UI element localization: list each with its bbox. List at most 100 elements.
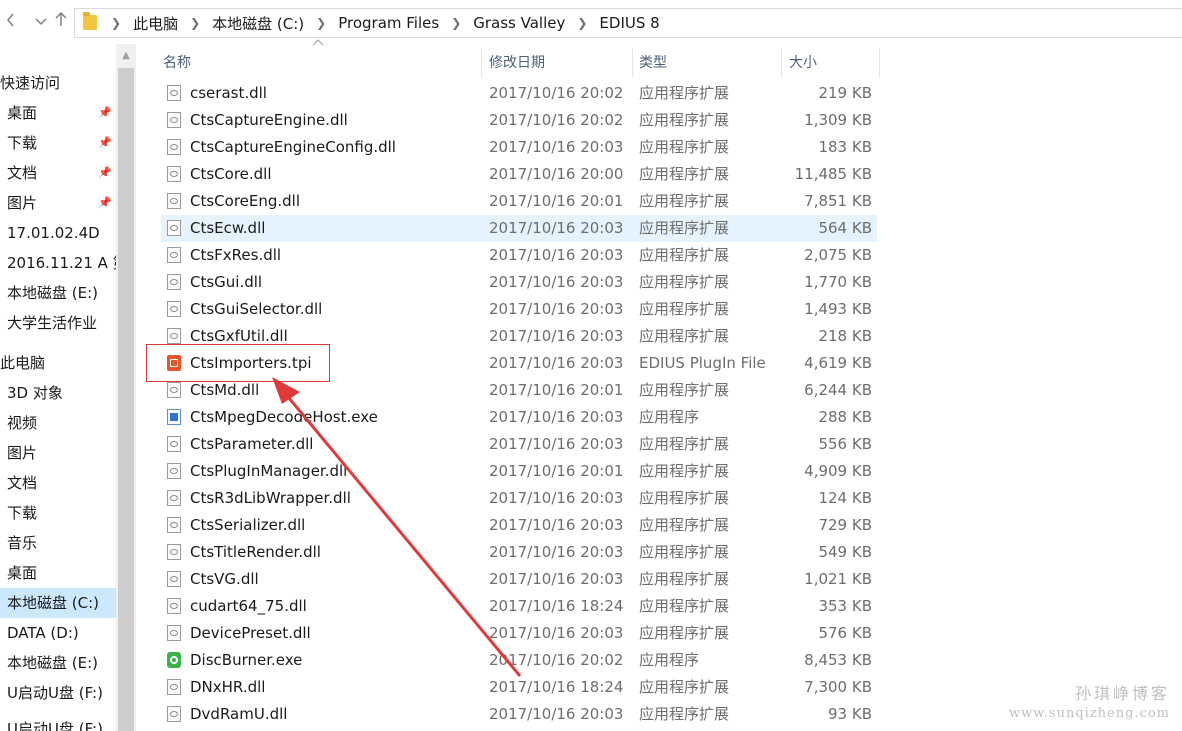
chevron-right-icon[interactable]: ❯	[190, 16, 200, 30]
sidebar-item[interactable]: 图片 📌	[0, 188, 116, 218]
scroll-up-icon[interactable]: ▲	[116, 48, 136, 64]
breadcrumb-item-this-pc[interactable]: 此电脑	[133, 13, 178, 34]
sidebar-item[interactable]: DATA (D:)	[0, 618, 116, 648]
file-row[interactable]: CtsPlugInManager.dll 2017/10/16 20:01 应用程序…	[161, 458, 877, 485]
file-type: 应用程序扩展	[639, 381, 730, 399]
sidebar-item[interactable]: 17.01.02.4D	[0, 218, 116, 248]
breadcrumb-item-drive-c[interactable]: 本地磁盘 (C:)	[212, 13, 304, 34]
watermark: 孙琪峥博客 www.sunqizheng.com	[1009, 680, 1170, 721]
file-date: 2017/10/16 20:02	[489, 84, 624, 102]
sidebar-item[interactable]: 桌面 📌	[0, 98, 116, 128]
chevron-right-icon[interactable]: ❯	[451, 16, 461, 30]
pin-icon[interactable]: 📌	[98, 98, 112, 128]
file-type: 应用程序扩展	[639, 84, 730, 102]
sidebar-item[interactable]: 快速访问	[0, 68, 116, 98]
file-type: 应用程序扩展	[639, 543, 730, 561]
file-row[interactable]: DNxHR.dll 2017/10/16 18:24 应用程序扩展 7,300 KB	[161, 674, 877, 701]
sort-ascending-icon	[312, 38, 324, 49]
sidebar-item[interactable]: 音乐	[0, 528, 116, 558]
file-row[interactable]: CtsGuiSelector.dll 2017/10/16 20:03 应用程序扩展…	[161, 296, 877, 323]
sidebar-item[interactable]: 3D 对象	[0, 378, 116, 408]
file-name: CtsFxRes.dll	[190, 246, 282, 264]
file-name: CtsSerializer.dll	[190, 516, 306, 534]
sidebar-item-label: 下载	[7, 504, 38, 522]
file-row[interactable]: CtsCaptureEngine.dll 2017/10/16 20:02 应用程序…	[161, 107, 877, 134]
breadcrumb-item-edius-8[interactable]: EDIUS 8	[599, 14, 659, 32]
file-date: 2017/10/16 20:03	[489, 354, 624, 372]
navigation-scrollbar[interactable]: ▲	[116, 44, 136, 731]
sidebar-item-label: 本地磁盘 (E:)	[7, 284, 99, 302]
column-divider[interactable]	[879, 48, 880, 78]
file-type: 应用程序扩展	[639, 678, 730, 696]
column-divider[interactable]	[781, 48, 782, 78]
sidebar-item-label: 图片	[7, 444, 38, 462]
sidebar-item[interactable]: 桌面	[0, 558, 116, 588]
sidebar-item-label: 桌面	[7, 104, 38, 122]
pin-icon[interactable]: 📌	[98, 158, 112, 188]
column-header-name[interactable]: 名称	[163, 48, 191, 78]
file-row[interactable]: CtsEcw.dll 2017/10/16 20:03 应用程序扩展 564 KB	[161, 215, 877, 242]
address-path[interactable]: ❯ 此电脑 ❯ 本地磁盘 (C:) ❯ Program Files ❯ Gras…	[74, 8, 1182, 38]
chevron-right-icon[interactable]: ❯	[111, 16, 121, 30]
sidebar-item[interactable]: 本地磁盘 (E:)	[0, 648, 116, 678]
chevron-left-icon[interactable]	[0, 10, 22, 34]
file-date: 2017/10/16 20:03	[489, 246, 624, 264]
file-name: CtsCaptureEngine.dll	[190, 111, 348, 129]
file-row[interactable]: DevicePreset.dll 2017/10/16 20:03 应用程序扩展 57…	[161, 620, 877, 647]
file-row[interactable]: CtsSerializer.dll 2017/10/16 20:03 应用程序扩展 7…	[161, 512, 877, 539]
sidebar-item-label: 3D 对象	[7, 384, 63, 402]
column-header-type[interactable]: 类型	[639, 48, 667, 78]
file-row[interactable]: CtsVG.dll 2017/10/16 20:03 应用程序扩展 1,021 KB	[161, 566, 877, 593]
file-row[interactable]: CtsFxRes.dll 2017/10/16 20:03 应用程序扩展 2,075 …	[161, 242, 877, 269]
sidebar-item[interactable]: 视频	[0, 408, 116, 438]
file-row[interactable]: CtsMpegDecodeHost.exe 2017/10/16 20:03 应用程…	[161, 404, 877, 431]
file-row[interactable]: CtsGui.dll 2017/10/16 20:03 应用程序扩展 1,770 KB	[161, 269, 877, 296]
sidebar-item[interactable]: 下载 📌	[0, 128, 116, 158]
breadcrumb-item-grass-valley[interactable]: Grass Valley	[473, 14, 565, 32]
file-name: DevicePreset.dll	[190, 624, 311, 642]
sidebar-item[interactable]: U启动U盘 (F:)	[0, 678, 116, 708]
file-row[interactable]: cserast.dll 2017/10/16 20:02 应用程序扩展 219 KB	[161, 80, 877, 107]
file-row[interactable]: CtsParameter.dll 2017/10/16 20:03 应用程序扩展 55…	[161, 431, 877, 458]
file-row[interactable]: CtsCaptureEngineConfig.dll 2017/10/16 20:…	[161, 134, 877, 161]
pin-icon[interactable]: 📌	[98, 188, 112, 218]
column-header-size[interactable]: 大小	[789, 48, 817, 78]
file-size: 2,075 KB	[804, 246, 872, 264]
sidebar-item[interactable]: 此电脑	[0, 348, 116, 378]
file-type: 应用程序扩展	[639, 570, 730, 588]
dll-file-icon	[167, 571, 181, 587]
file-size: 576 KB	[818, 624, 872, 642]
sidebar-item[interactable]: 文档	[0, 468, 116, 498]
file-row[interactable]: DvdRamU.dll 2017/10/16 20:03 应用程序扩展 93 KB	[161, 701, 877, 728]
breadcrumb-item-program-files[interactable]: Program Files	[338, 14, 439, 32]
sidebar-item[interactable]: 本地磁盘 (E:)	[0, 278, 116, 308]
file-row[interactable]: CtsCoreEng.dll 2017/10/16 20:01 应用程序扩展 7,85…	[161, 188, 877, 215]
dll-file-icon	[167, 706, 181, 722]
chevron-right-icon[interactable]: ❯	[577, 16, 587, 30]
file-name: CtsGui.dll	[190, 273, 263, 291]
sidebar-item[interactable]: 图片	[0, 438, 116, 468]
file-row[interactable]: CtsCore.dll 2017/10/16 20:00 应用程序扩展 11,485 …	[161, 161, 877, 188]
file-type: 应用程序扩展	[639, 192, 730, 210]
file-type: EDIUS PlugIn File	[639, 354, 766, 372]
column-header-date[interactable]: 修改日期	[489, 48, 545, 78]
file-row[interactable]: CtsTitleRender.dll 2017/10/16 20:03 应用程序扩展…	[161, 539, 877, 566]
sidebar-item[interactable]: 2016.11.21 A 第	[0, 248, 116, 278]
scrollbar-thumb[interactable]	[118, 68, 134, 731]
chevron-down-icon[interactable]	[30, 10, 52, 34]
column-divider[interactable]	[481, 48, 482, 78]
sidebar-item[interactable]: 下载	[0, 498, 116, 528]
chevron-right-icon[interactable]: ❯	[316, 16, 326, 30]
file-row[interactable]: CtsR3dLibWrapper.dll 2017/10/16 20:03 应用程序…	[161, 485, 877, 512]
file-row[interactable]: cudart64_75.dll 2017/10/16 18:24 应用程序扩展 353…	[161, 593, 877, 620]
arrow-up-icon[interactable]	[50, 10, 72, 34]
sidebar-item[interactable]: 大学生活作业	[0, 308, 116, 338]
sidebar-item[interactable]: 本地磁盘 (C:)	[0, 588, 116, 618]
file-row[interactable]: DiscBurner.exe 2017/10/16 20:02 应用程序 8,453 …	[161, 647, 877, 674]
column-divider[interactable]	[632, 48, 633, 78]
sidebar-item-label: 桌面	[7, 564, 38, 582]
pin-icon[interactable]: 📌	[98, 128, 112, 158]
sidebar-item[interactable]: U启动U盘 (F:)	[0, 714, 116, 731]
sidebar-item[interactable]: 文档 📌	[0, 158, 116, 188]
file-date: 2017/10/16 20:01	[489, 462, 624, 480]
